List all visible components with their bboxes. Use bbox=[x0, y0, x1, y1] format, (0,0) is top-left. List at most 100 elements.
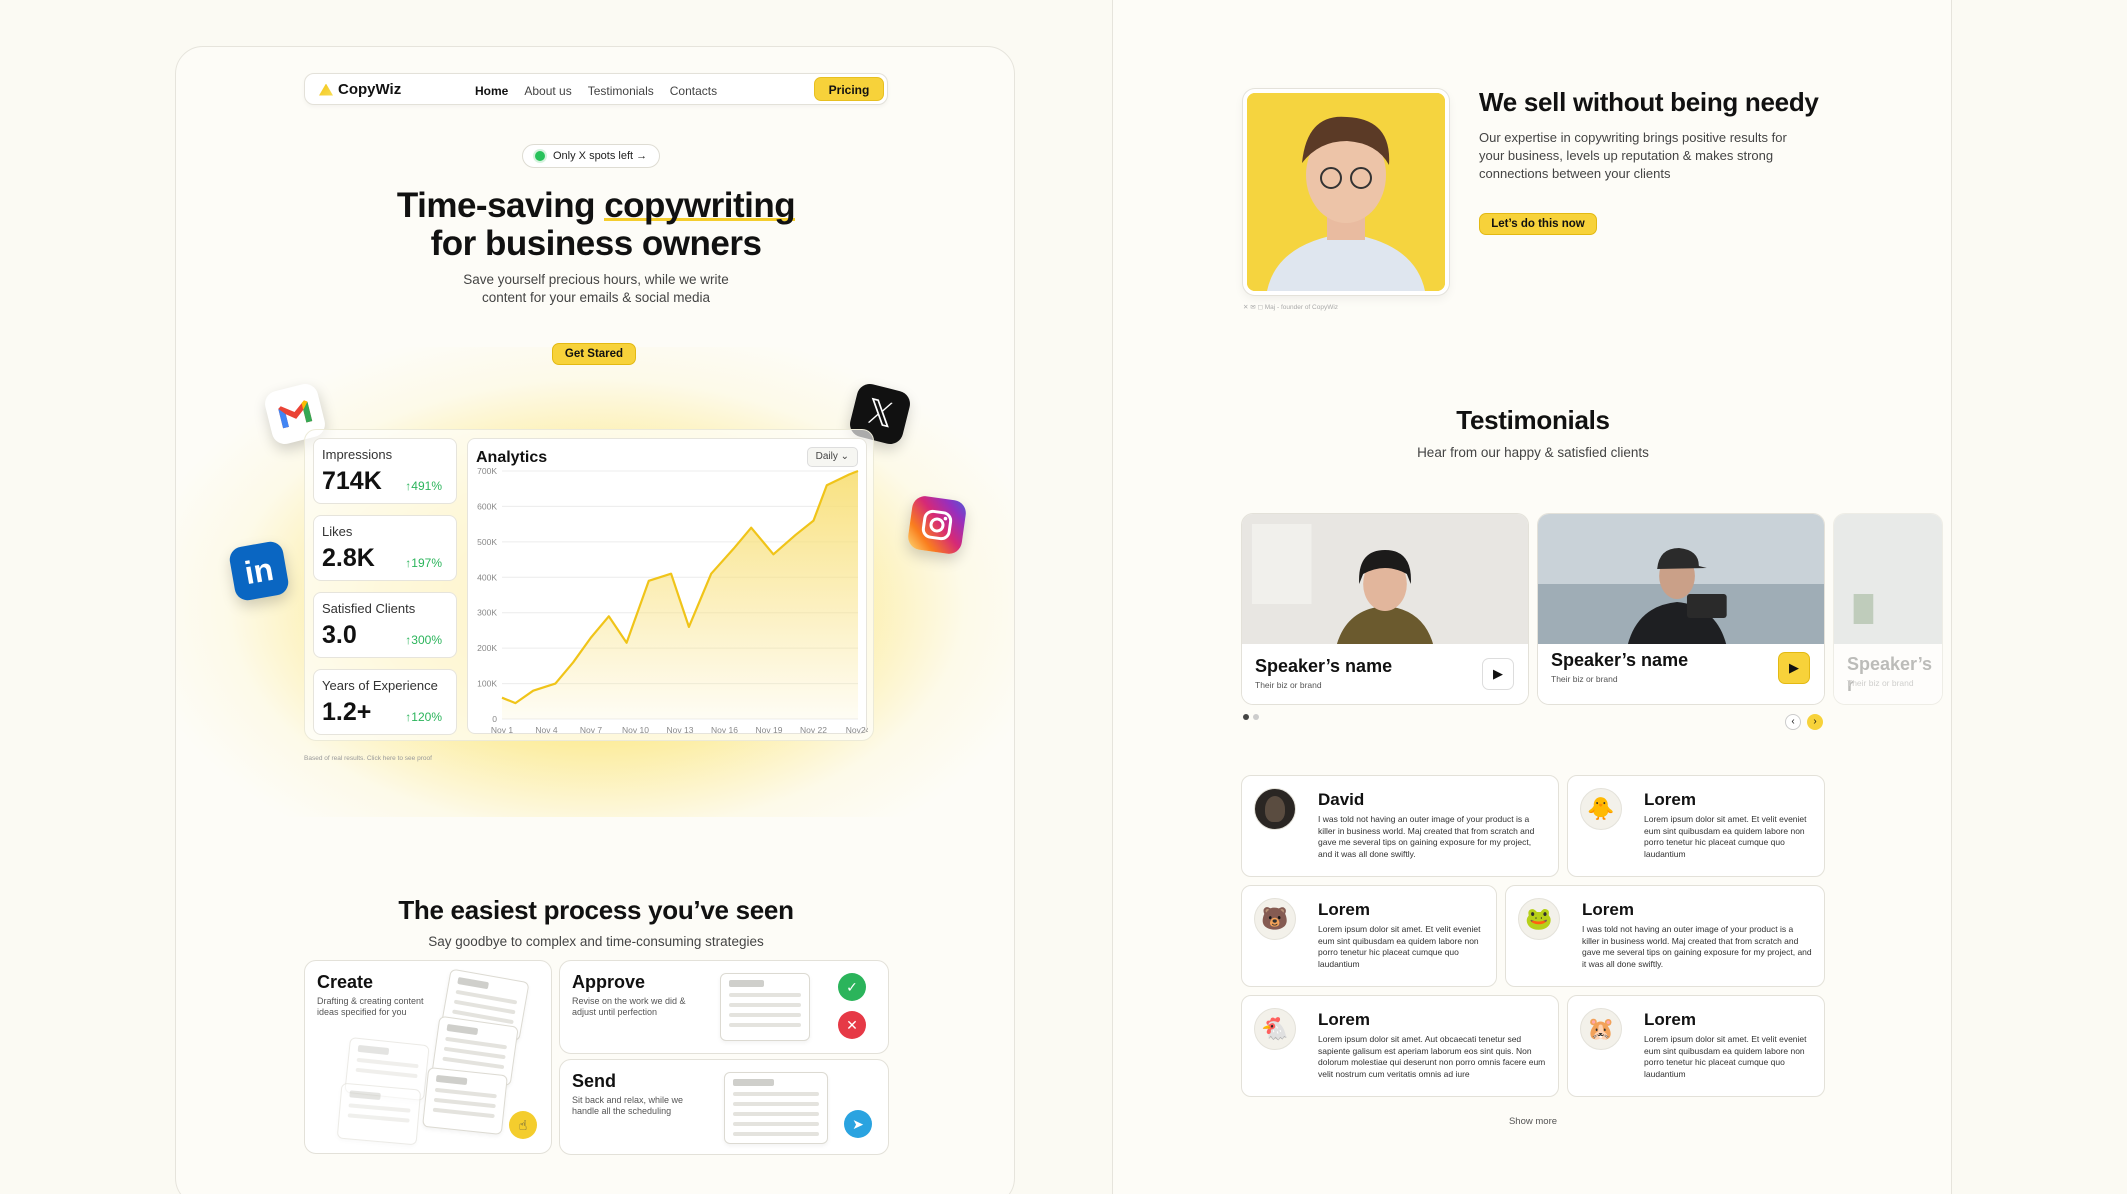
stat-card-satisfied-clients: Satisfied Clients 3.0 ↑300% bbox=[313, 592, 457, 658]
stat-card-impressions: Impressions 714K ↑491% bbox=[313, 438, 457, 504]
speaker-brand: Their biz or brand bbox=[1255, 680, 1322, 690]
nav-link-contacts[interactable]: Contacts bbox=[670, 84, 717, 98]
process-card-title: Create bbox=[317, 972, 374, 992]
brand-mark-icon bbox=[319, 83, 333, 96]
analytics-dashboard: Impressions 714K ↑491% Likes 2.8K ↑197% … bbox=[304, 429, 874, 741]
review-card: 🐻 Lorem Lorem ipsum dolor sit amet. Et v… bbox=[1241, 885, 1497, 987]
nav-link-home[interactable]: Home bbox=[475, 84, 508, 98]
y-tick-label: 600K bbox=[477, 501, 497, 511]
process-title: The easiest process you’ve seen bbox=[398, 895, 794, 925]
hero-title-highlight: copywriting bbox=[604, 186, 796, 225]
approve-icon[interactable]: ✓ bbox=[838, 973, 866, 1001]
avatar: 🐸 bbox=[1518, 898, 1560, 940]
landing-page-left: CopyWiz Home About us Testimonials Conta… bbox=[175, 46, 1015, 1194]
review-text: I was told not having an outer image of … bbox=[1582, 924, 1812, 969]
spots-left-badge[interactable]: Only X spots left → bbox=[522, 144, 661, 168]
carousel-prev-button[interactable]: ‹ bbox=[1785, 714, 1801, 730]
show-more-link[interactable]: Show more bbox=[1113, 1116, 1953, 1127]
navbar: CopyWiz Home About us Testimonials Conta… bbox=[304, 73, 888, 105]
process-approve-card: Approve Revise on the work we did & adju… bbox=[559, 960, 889, 1054]
x-tick-label: Nov 7 bbox=[580, 725, 602, 735]
linkedin-icon: in bbox=[227, 539, 291, 603]
document-icon bbox=[336, 1082, 422, 1146]
review-card: 🐹 Lorem Lorem ipsum dolor sit amet. Et v… bbox=[1567, 995, 1825, 1097]
testimonials-title: Testimonials bbox=[1456, 405, 1610, 435]
avatar: 🐥 bbox=[1580, 788, 1622, 830]
nav-link-testimonials[interactable]: Testimonials bbox=[588, 84, 654, 98]
video-testimonial-card[interactable]: Speaker’s name Their biz or brand ▶ bbox=[1241, 513, 1529, 705]
process-card-title: Send bbox=[572, 1071, 617, 1091]
carousel-dots[interactable] bbox=[1243, 714, 1259, 720]
brand-logo[interactable]: CopyWiz bbox=[319, 81, 401, 98]
play-button[interactable]: ▶ bbox=[1482, 658, 1514, 690]
video-thumbnail bbox=[1242, 514, 1528, 646]
document-icon bbox=[720, 973, 810, 1041]
reviewer-name: Lorem bbox=[1644, 1010, 1696, 1029]
about-text: Our expertise in copywriting brings posi… bbox=[1479, 130, 1787, 181]
document-icon bbox=[422, 1066, 508, 1136]
video-thumbnail bbox=[1834, 514, 1942, 646]
pricing-button[interactable]: Pricing bbox=[814, 77, 884, 101]
avatar: 🐻 bbox=[1254, 898, 1296, 940]
x-tick-label: Nov 10 bbox=[622, 725, 649, 735]
y-tick-label: 500K bbox=[477, 537, 497, 547]
speaker-brand: Their biz or brand bbox=[1847, 678, 1914, 688]
review-text: Lorem ipsum dolor sit amet. Aut obcaecat… bbox=[1318, 1034, 1546, 1079]
reject-icon[interactable]: ✕ bbox=[838, 1011, 866, 1039]
video-testimonial-card[interactable]: Speaker’s r Their biz or brand bbox=[1833, 513, 1943, 705]
stat-label: Satisfied Clients bbox=[322, 601, 416, 616]
hero-title-line2: for business owners bbox=[430, 224, 762, 263]
stat-label: Likes bbox=[322, 524, 353, 539]
period-dropdown[interactable]: Daily ⌄ bbox=[806, 447, 858, 467]
review-card: 🐸 Lorem I was told not having an outer i… bbox=[1505, 885, 1825, 987]
founder-photo bbox=[1243, 89, 1449, 295]
stat-change: ↑491% bbox=[405, 479, 442, 493]
series-area bbox=[502, 471, 858, 719]
review-text: Lorem ipsum dolor sit amet. Et velit eve… bbox=[1644, 814, 1807, 859]
send-paper-plane-icon[interactable]: ➤ bbox=[844, 1110, 872, 1138]
review-card: 🐔 Lorem Lorem ipsum dolor sit amet. Aut … bbox=[1241, 995, 1559, 1097]
proof-note[interactable]: Based of real results. Click here to see… bbox=[304, 755, 432, 762]
process-card-desc: Revise on the work we did & adjust until… bbox=[572, 996, 686, 1017]
social-icons[interactable]: ✕ ✉ ◻ bbox=[1243, 304, 1263, 311]
review-text: I was told not having an outer image of … bbox=[1318, 814, 1535, 859]
process-card-desc: Sit back and relax, while we handle all … bbox=[572, 1095, 684, 1116]
instagram-icon bbox=[906, 494, 968, 556]
video-testimonial-card[interactable]: Speaker’s name Their biz or brand ▶ bbox=[1537, 513, 1825, 705]
lets-do-this-button[interactable]: Let’s do this now bbox=[1479, 213, 1597, 235]
process-card-desc: Drafting & creating content ideas specif… bbox=[317, 996, 424, 1017]
play-icon: ▶ bbox=[1789, 660, 1799, 675]
avatar: 🐹 bbox=[1580, 1008, 1622, 1050]
stat-card-experience: Years of Experience 1.2+ ↑120% bbox=[313, 669, 457, 735]
x-tick-label: Nov 16 bbox=[711, 725, 738, 735]
play-button[interactable]: ▶ bbox=[1778, 652, 1810, 684]
x-tick-label: Nov 13 bbox=[667, 725, 694, 735]
speaker-name: Speaker’s name bbox=[1551, 650, 1689, 670]
speaker-name: Speaker’s r bbox=[1847, 654, 1933, 695]
document-icon bbox=[724, 1072, 828, 1144]
nav-link-about[interactable]: About us bbox=[524, 84, 571, 98]
video-thumbnail bbox=[1538, 514, 1824, 646]
stat-label: Impressions bbox=[322, 447, 393, 462]
landing-page-right: ✕ ✉ ◻ Maj - founder of CopyWiz We sell w… bbox=[1112, 0, 1952, 1194]
stat-value: 2.8K bbox=[322, 544, 375, 572]
review-card: 🐥 Lorem Lorem ipsum dolor sit amet. Et v… bbox=[1567, 775, 1825, 877]
cursor-icon: ☝ bbox=[509, 1111, 537, 1139]
get-started-button[interactable]: Get Stared bbox=[552, 343, 636, 365]
canvas: CopyWiz Home About us Testimonials Conta… bbox=[0, 0, 2127, 1194]
analytics-chart-card: Analytics Daily ⌄ 0 100K 200K 300K 400K 500K 6… bbox=[467, 438, 868, 735]
reviewer-name: Lorem bbox=[1318, 900, 1370, 919]
process-subtitle: Say goodbye to complex and time-consumin… bbox=[428, 934, 764, 949]
x-tick-label: Nov 4 bbox=[535, 725, 557, 735]
reviewer-name: Lorem bbox=[1582, 900, 1634, 919]
nav-links: Home About us Testimonials Contacts bbox=[475, 84, 717, 98]
analytics-chart: 0 100K 200K 300K 400K 500K 600K 700K Nov 1 Nov 4 N… bbox=[477, 466, 868, 735]
speaker-brand: Their biz or brand bbox=[1551, 674, 1618, 684]
y-tick-label: 400K bbox=[477, 572, 497, 582]
hero-subtitle: Save yourself precious hours, while we w… bbox=[463, 272, 729, 305]
avatar bbox=[1254, 788, 1296, 830]
y-tick-label: 0 bbox=[492, 714, 497, 724]
carousel-next-button[interactable]: › bbox=[1807, 714, 1823, 730]
stat-card-likes: Likes 2.8K ↑197% bbox=[313, 515, 457, 581]
stat-value: 1.2+ bbox=[322, 698, 372, 726]
